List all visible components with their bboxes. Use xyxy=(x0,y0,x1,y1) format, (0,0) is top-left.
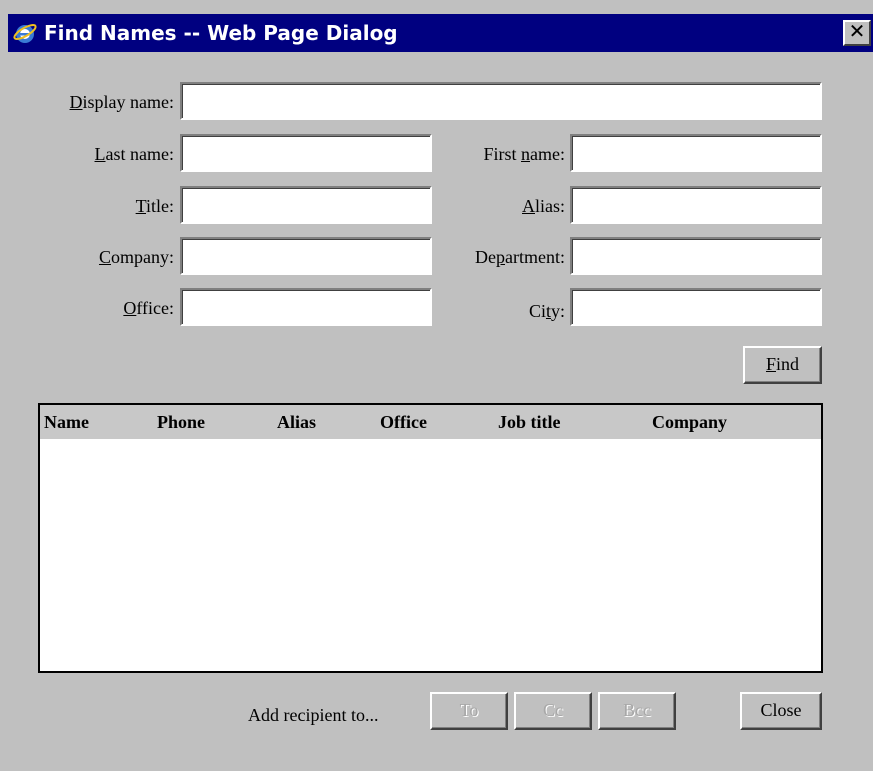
results-list[interactable]: Name Phone Alias Office Job title Compan… xyxy=(38,403,823,673)
cc-button[interactable]: Cc xyxy=(514,692,592,730)
department-input[interactable] xyxy=(570,237,822,275)
close-icon: ✕ xyxy=(848,19,866,43)
first-name-label: First name: xyxy=(483,144,566,164)
city-input[interactable] xyxy=(570,288,822,326)
title-input[interactable] xyxy=(180,186,432,224)
title-label: Title: xyxy=(135,196,174,216)
close-window-button[interactable]: ✕ xyxy=(843,19,871,46)
office-input[interactable] xyxy=(180,288,432,326)
last-name-label: Last name: xyxy=(94,144,174,164)
column-header-company[interactable]: Company xyxy=(652,411,727,433)
display-name-input[interactable] xyxy=(180,82,822,120)
close-button[interactable]: Close xyxy=(740,692,822,730)
title-bar[interactable]: Find Names -- Web Page Dialog xyxy=(8,14,873,52)
find-names-dialog: Find Names -- Web Page Dialog ✕ Display … xyxy=(0,0,873,771)
alias-input[interactable] xyxy=(570,186,822,224)
company-input[interactable] xyxy=(180,237,432,275)
window-title: Find Names -- Web Page Dialog xyxy=(44,21,398,45)
city-label: City: xyxy=(528,301,565,321)
company-label: Company: xyxy=(98,247,174,267)
results-header: Name Phone Alias Office Job title Compan… xyxy=(40,405,821,439)
column-header-alias[interactable]: Alias xyxy=(277,411,316,433)
last-name-input[interactable] xyxy=(180,134,432,172)
bcc-button[interactable]: Bcc xyxy=(598,692,676,730)
first-name-input[interactable] xyxy=(570,134,822,172)
internet-explorer-icon xyxy=(12,20,38,46)
find-button[interactable]: Find xyxy=(743,346,822,384)
department-label: Department: xyxy=(475,247,565,267)
column-header-name[interactable]: Name xyxy=(44,411,89,433)
to-button[interactable]: To xyxy=(430,692,508,730)
display-name-label: Display name: xyxy=(69,92,174,112)
add-recipient-label: Add recipient to... xyxy=(248,705,379,725)
column-header-job-title[interactable]: Job title xyxy=(498,411,561,433)
column-header-phone[interactable]: Phone xyxy=(157,411,205,433)
office-label: Office: xyxy=(123,298,174,318)
column-header-office[interactable]: Office xyxy=(380,411,427,433)
alias-label: Alias: xyxy=(522,196,565,216)
